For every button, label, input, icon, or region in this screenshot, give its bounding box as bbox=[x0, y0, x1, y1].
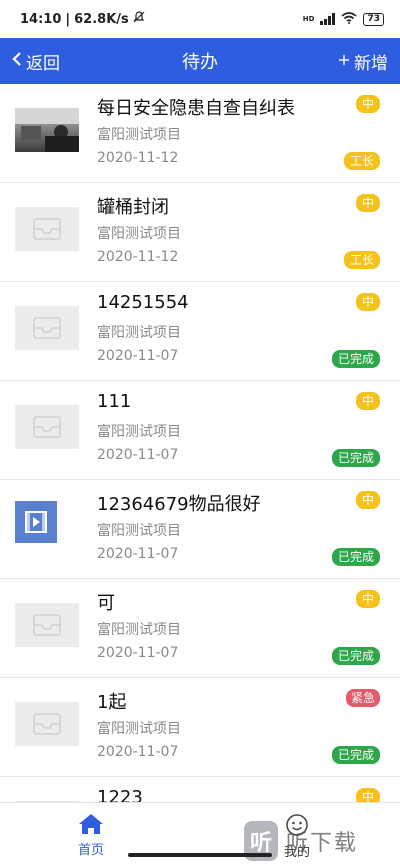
item-project: 富阳测试项目 bbox=[97, 325, 181, 341]
list-item[interactable]: 罐桶封闭 富阳测试项目 2020-11-12 中 工长 bbox=[0, 183, 400, 282]
priority-badge: 中 bbox=[356, 590, 380, 608]
item-title: 1223 bbox=[97, 787, 143, 802]
status-badge: 已完成 bbox=[331, 647, 380, 665]
status-badge: 工长 bbox=[343, 152, 380, 170]
tab-home-label: 首页 bbox=[78, 843, 105, 858]
item-title: 每日安全隐患自查自纠表 bbox=[97, 98, 295, 119]
mute-icon bbox=[133, 11, 145, 27]
battery-icon: 73 bbox=[363, 12, 384, 26]
item-date: 2020-11-07 bbox=[97, 645, 179, 661]
status-right: HD 73 bbox=[302, 11, 384, 27]
status-speed: 62.8K/s bbox=[74, 11, 129, 27]
item-project: 富阳测试项目 bbox=[97, 127, 181, 143]
item-title: 12364679物品很好 bbox=[97, 494, 261, 515]
item-project: 富阳测试项目 bbox=[97, 424, 181, 440]
item-date: 2020-11-12 bbox=[97, 249, 179, 265]
status-badge: 已完成 bbox=[331, 746, 380, 764]
item-date: 2020-11-07 bbox=[97, 744, 179, 760]
plus-icon bbox=[338, 51, 350, 71]
image-placeholder-icon bbox=[15, 306, 79, 350]
item-project: 富阳测试项目 bbox=[97, 721, 181, 737]
priority-badge: 中 bbox=[356, 788, 380, 802]
watermark-text: 听下载 bbox=[286, 831, 359, 856]
list-item[interactable]: 1起 富阳测试项目 2020-11-07 紧急 已完成 bbox=[0, 678, 400, 777]
item-title: 罐桶封闭 bbox=[97, 197, 169, 218]
item-title: 1起 bbox=[97, 692, 127, 713]
list-item[interactable]: 12364679物品很好 富阳测试项目 2020-11-07 中 已完成 bbox=[0, 480, 400, 579]
status-badge: 已完成 bbox=[331, 350, 380, 368]
add-label: 新增 bbox=[354, 53, 388, 74]
priority-badge: 紧急 bbox=[346, 689, 380, 707]
home-indicator[interactable] bbox=[128, 853, 272, 857]
status-time: 14:10 bbox=[20, 11, 62, 27]
status-badge: 已完成 bbox=[331, 449, 380, 467]
thumbnail-photo bbox=[15, 108, 79, 152]
image-placeholder-icon bbox=[15, 207, 79, 251]
image-placeholder-icon bbox=[15, 702, 79, 746]
wifi-icon bbox=[341, 11, 357, 27]
item-title: 14251554 bbox=[97, 292, 189, 313]
item-project: 富阳测试项目 bbox=[97, 226, 181, 242]
tab-home[interactable]: 首页 bbox=[78, 813, 104, 858]
home-icon bbox=[78, 813, 104, 839]
priority-badge: 中 bbox=[356, 491, 380, 509]
list-item[interactable]: 每日安全隐患自查自纠表 富阳测试项目 2020-11-12 中 工长 bbox=[0, 84, 400, 183]
priority-badge: 中 bbox=[356, 95, 380, 113]
list-item[interactable]: 14251554 富阳测试项目 2020-11-07 中 已完成 bbox=[0, 282, 400, 381]
video-icon bbox=[15, 501, 57, 543]
list-item[interactable]: 1223 中 bbox=[0, 777, 400, 802]
image-placeholder-icon bbox=[15, 603, 79, 647]
status-bar: 14:10 | 62.8K/s HD 73 bbox=[0, 0, 400, 38]
item-project: 富阳测试项目 bbox=[97, 523, 181, 539]
item-date: 2020-11-12 bbox=[97, 150, 179, 166]
signal-icon bbox=[320, 13, 336, 25]
image-placeholder-icon bbox=[15, 405, 79, 449]
priority-badge: 中 bbox=[356, 194, 380, 212]
item-project: 富阳测试项目 bbox=[97, 622, 181, 638]
back-label: 返回 bbox=[26, 53, 60, 74]
list-item[interactable]: 可 富阳测试项目 2020-11-07 中 已完成 bbox=[0, 579, 400, 678]
item-title: 可 bbox=[97, 593, 115, 614]
item-date: 2020-11-07 bbox=[97, 447, 179, 463]
item-date: 2020-11-07 bbox=[97, 348, 179, 364]
task-list: 每日安全隐患自查自纠表 富阳测试项目 2020-11-12 中 工长 罐桶封闭 … bbox=[0, 84, 400, 802]
battery-level: 73 bbox=[367, 13, 380, 24]
status-left: 14:10 | 62.8K/s bbox=[20, 11, 145, 27]
status-badge: 工长 bbox=[343, 251, 380, 269]
watermark: 听 听下载 bbox=[244, 818, 394, 864]
priority-badge: 中 bbox=[356, 293, 380, 311]
chevron-left-icon bbox=[12, 51, 22, 72]
status-badge: 已完成 bbox=[331, 548, 380, 566]
network-label: HD bbox=[302, 15, 315, 23]
back-button[interactable]: 返回 bbox=[12, 49, 60, 74]
list-item[interactable]: 111 富阳测试项目 2020-11-07 中 已完成 bbox=[0, 381, 400, 480]
item-date: 2020-11-07 bbox=[97, 546, 179, 562]
item-title: 111 bbox=[97, 391, 132, 412]
add-button[interactable]: 新增 bbox=[338, 49, 388, 74]
nav-bar: 返回 待办 新增 bbox=[0, 38, 400, 84]
priority-badge: 中 bbox=[356, 392, 380, 410]
